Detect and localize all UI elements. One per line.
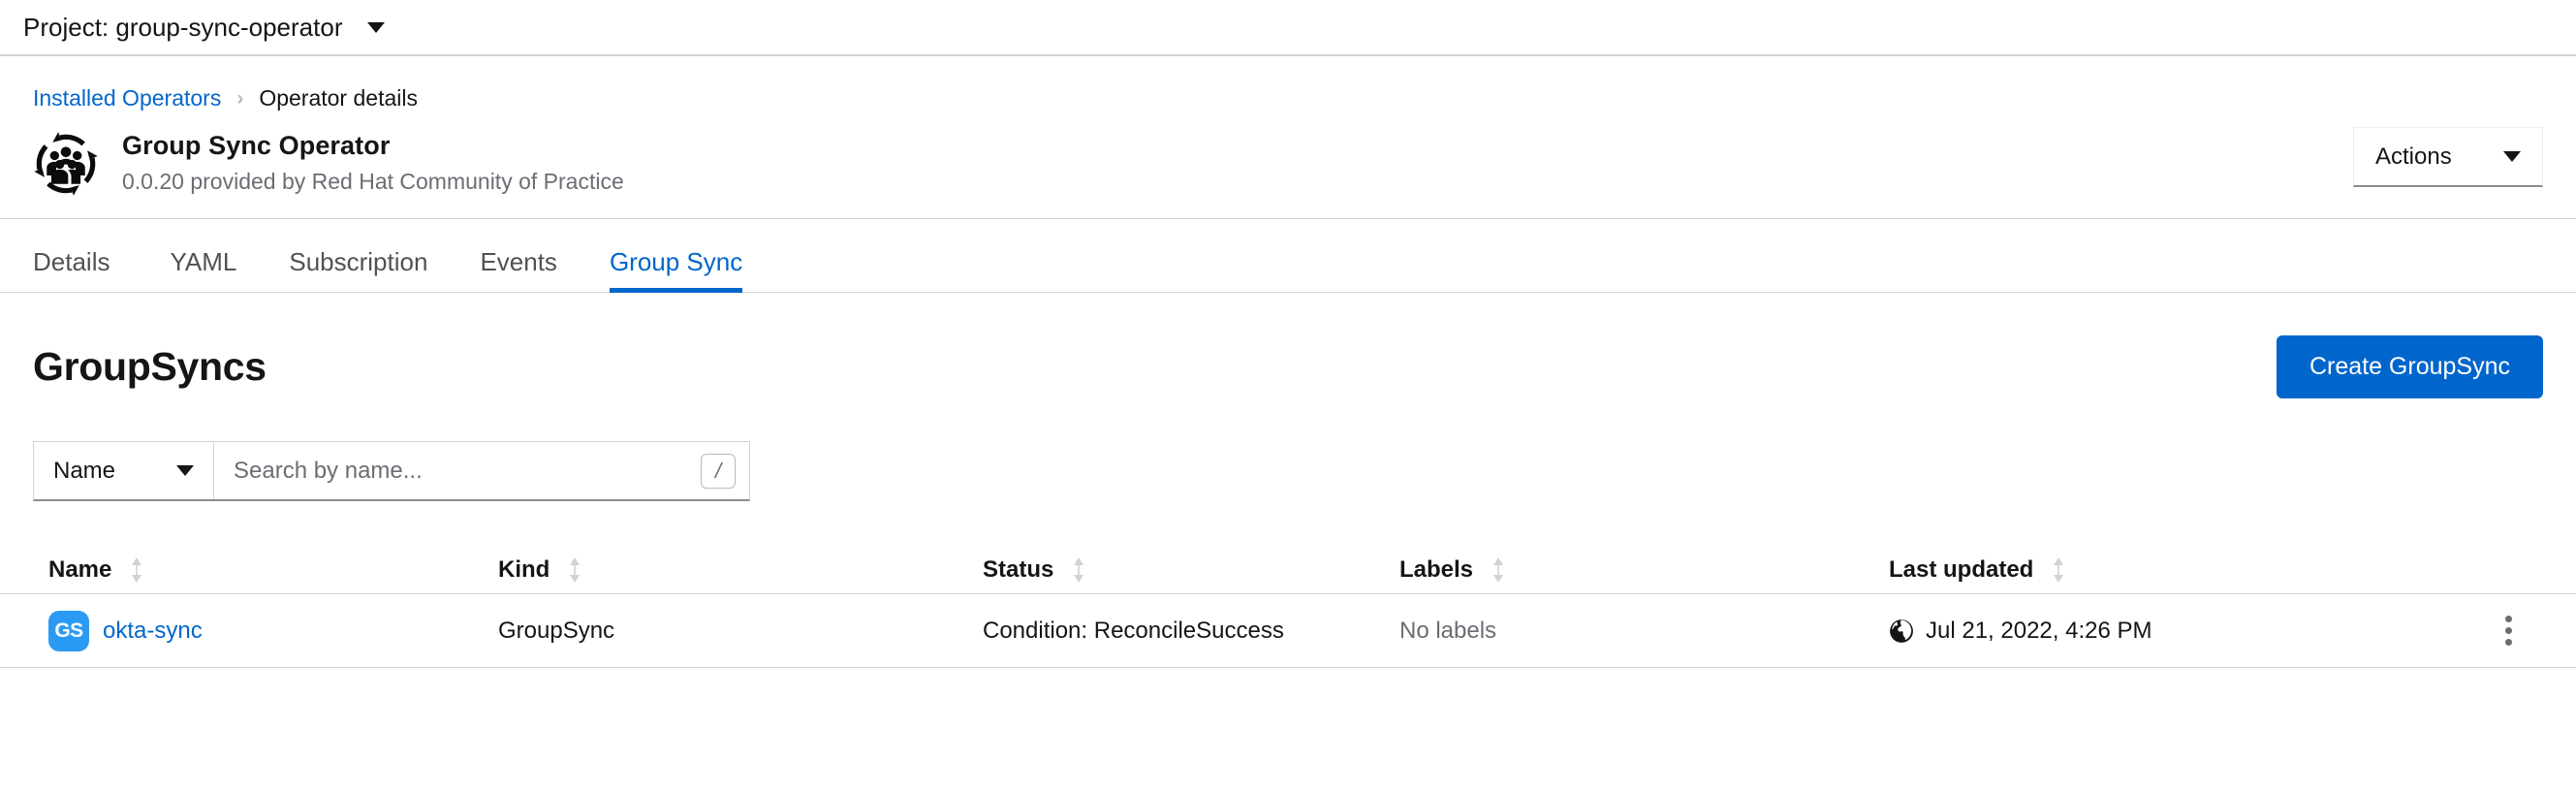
column-header-name[interactable]: Name: [33, 556, 498, 584]
tab-group-sync[interactable]: Group Sync: [583, 247, 769, 293]
status-value: Condition: ReconcileSuccess: [983, 617, 1284, 644]
tab-events-label: Events: [480, 247, 557, 276]
breadcrumb-current: Operator details: [259, 85, 418, 111]
cell-labels: No labels: [1399, 618, 1889, 645]
operator-title-block: Group Sync Operator 0.0.20 provided by R…: [122, 127, 624, 195]
tab-yaml-label: YAML: [170, 247, 237, 276]
kind-value: GroupSync: [498, 617, 615, 644]
project-selector-bar: Project: group-sync-operator: [0, 0, 2576, 56]
operator-version-provider: 0.0.20 provided by Red Hat Community of …: [122, 169, 624, 194]
kebab-menu-icon[interactable]: [2492, 606, 2526, 655]
sort-arrows-icon[interactable]: [567, 556, 582, 584]
project-selector-label: Project: group-sync-operator: [23, 13, 343, 42]
tab-subscription-label: Subscription: [289, 247, 428, 276]
column-header-labels[interactable]: Labels: [1399, 556, 1889, 584]
globe-icon: [1889, 619, 1914, 644]
actions-button-label: Actions: [2375, 143, 2452, 170]
groupsync-name-link[interactable]: okta-sync: [103, 618, 203, 645]
labels-value: No labels: [1399, 617, 1497, 644]
page-title: Group Sync Operator: [122, 131, 391, 160]
group-sync-operator-logo-icon: [33, 131, 99, 197]
tab-details-label: Details: [33, 247, 110, 276]
column-header-name-label: Name: [48, 555, 112, 583]
search-input[interactable]: [234, 457, 701, 485]
operator-header: Group Sync Operator 0.0.20 provided by R…: [0, 111, 2576, 219]
list-page-title: GroupSyncs: [33, 344, 267, 389]
tab-yaml[interactable]: YAML: [143, 249, 263, 292]
filter-attribute-label: Name: [53, 457, 116, 484]
list-page-header: GroupSyncs Create GroupSync: [0, 293, 2576, 398]
table-header-row: Name Kind Status Labels Last updated: [0, 546, 2576, 594]
column-header-kind-label: Kind: [498, 555, 550, 583]
project-selector-toggle[interactable]: Project: group-sync-operator: [23, 13, 386, 42]
cell-actions: [2412, 606, 2543, 655]
actions-button[interactable]: Actions: [2353, 127, 2543, 187]
last-updated-value: Jul 21, 2022, 4:26 PM: [1926, 617, 2152, 644]
column-header-last-updated[interactable]: Last updated: [1889, 556, 2412, 584]
tab-events[interactable]: Events: [454, 249, 583, 292]
cell-kind: GroupSync: [498, 618, 983, 645]
search-field-wrapper: /: [214, 442, 749, 499]
search-shortcut-badge: /: [701, 453, 736, 489]
tab-group-sync-label: Group Sync: [609, 247, 743, 276]
chevron-down-icon: [367, 21, 386, 33]
chevron-down-icon: [2503, 151, 2521, 162]
column-header-status[interactable]: Status: [983, 556, 1399, 584]
breadcrumb-separator-icon: ›: [236, 86, 244, 110]
column-header-last-updated-label: Last updated: [1889, 555, 2034, 583]
cell-name: GS okta-sync: [33, 610, 498, 651]
resource-kind-badge: GS: [48, 610, 89, 651]
column-header-status-label: Status: [983, 555, 1054, 583]
breadcrumb: Installed Operators › Operator details: [0, 56, 2576, 111]
chevron-down-icon: [176, 465, 194, 476]
table-row: GS okta-sync GroupSync Condition: Reconc…: [0, 594, 2576, 668]
sort-arrows-icon[interactable]: [2051, 556, 2066, 584]
groupsyncs-table: Name Kind Status Labels Last updated GS …: [0, 546, 2576, 668]
sort-arrows-icon[interactable]: [1071, 556, 1086, 584]
column-header-kind[interactable]: Kind: [498, 556, 983, 584]
tab-details[interactable]: Details: [33, 249, 136, 292]
cell-status: Condition: ReconcileSuccess: [983, 618, 1399, 645]
column-header-labels-label: Labels: [1399, 555, 1474, 583]
operator-detail-tabs: Details YAML Subscription Events Group S…: [0, 219, 2576, 293]
create-groupsync-button[interactable]: Create GroupSync: [2276, 335, 2543, 398]
list-filter-toolbar: Name /: [33, 441, 750, 501]
sort-arrows-icon[interactable]: [1491, 556, 1506, 584]
cell-last-updated: Jul 21, 2022, 4:26 PM: [1889, 618, 2412, 645]
filter-attribute-dropdown[interactable]: Name: [34, 442, 214, 499]
sort-arrows-icon[interactable]: [129, 556, 144, 584]
tab-subscription[interactable]: Subscription: [263, 249, 454, 292]
breadcrumb-installed-operators-link[interactable]: Installed Operators: [33, 85, 221, 111]
